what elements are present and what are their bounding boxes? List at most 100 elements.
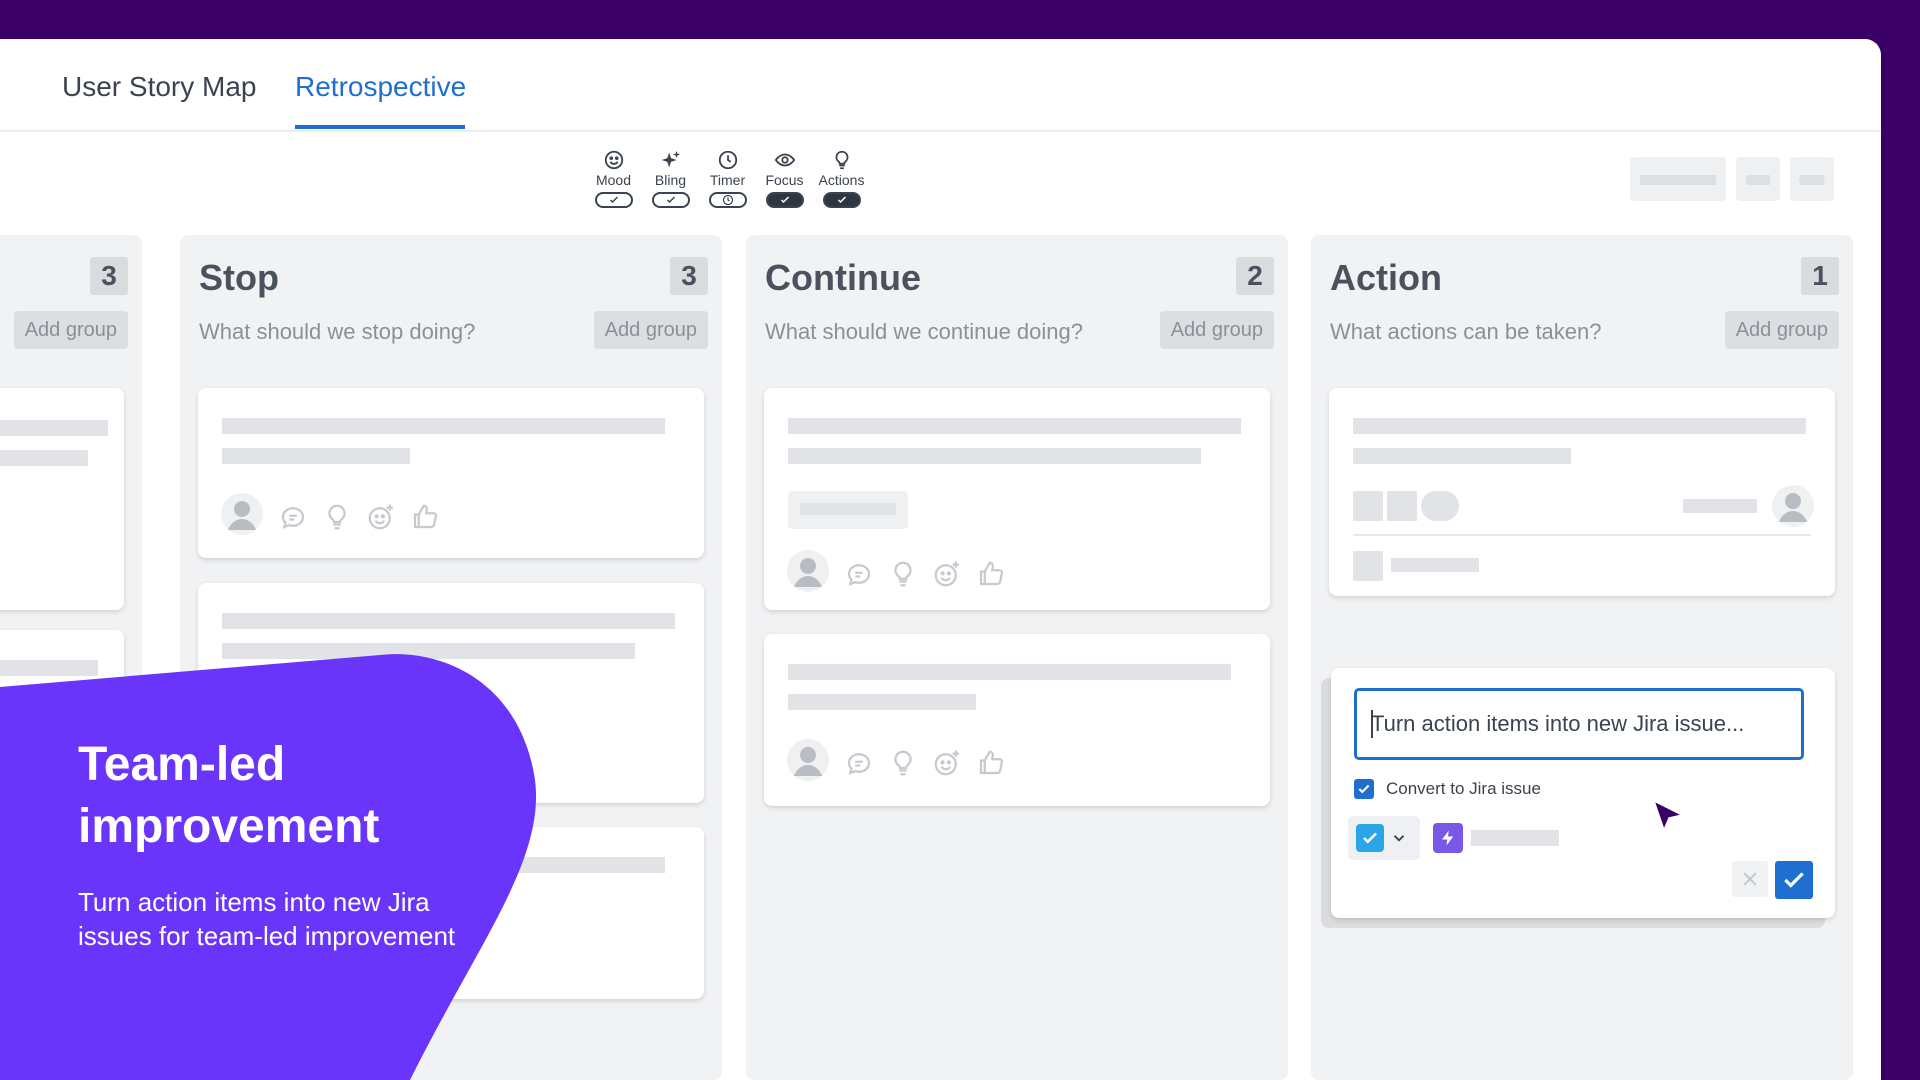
text-placeholder — [222, 613, 675, 629]
lightning-bolt-icon — [1433, 823, 1463, 853]
column-continue: Continue 2 What should we continue doing… — [746, 235, 1288, 1080]
active-tab-indicator — [295, 125, 465, 129]
tool-timer[interactable]: Timer — [704, 149, 751, 208]
bling-toggle[interactable] — [651, 192, 690, 208]
text-placeholder — [1353, 418, 1806, 434]
comment-icon[interactable] — [844, 748, 874, 778]
tool-label: Timer — [709, 172, 746, 188]
task-type-icon — [1356, 824, 1384, 852]
tab-retrospective[interactable]: Retrospective — [295, 71, 466, 103]
column-subtitle: What should we continue doing? — [765, 319, 1083, 344]
convert-label: Convert to Jira issue — [1386, 779, 1541, 798]
text-placeholder — [1353, 448, 1571, 464]
placeholder-button[interactable] — [1630, 157, 1726, 201]
column-count: 2 — [1236, 257, 1274, 295]
check-icon — [1784, 872, 1804, 888]
mood-toggle[interactable] — [594, 192, 633, 208]
check-icon — [780, 196, 789, 204]
comment-icon[interactable] — [844, 559, 874, 589]
tool-label: Actions — [818, 172, 865, 188]
placeholder-button[interactable] — [1736, 157, 1780, 201]
action-editor: Convert to Jira issue — [1331, 668, 1835, 918]
card-actions — [786, 549, 1006, 598]
text-placeholder — [788, 448, 1201, 464]
add-group-button[interactable]: Add group — [13, 311, 128, 349]
card-actions — [220, 492, 440, 541]
column-count: 3 — [90, 257, 128, 295]
icon-placeholder — [1387, 491, 1417, 521]
clock-icon — [718, 150, 737, 170]
retro-card[interactable] — [0, 388, 124, 610]
thumbs-up-icon[interactable] — [410, 502, 440, 532]
tool-actions[interactable]: Actions — [818, 149, 865, 208]
more-icon — [1799, 176, 1825, 182]
text-placeholder — [788, 694, 976, 710]
thumbs-up-icon[interactable] — [976, 559, 1006, 589]
lightbulb-icon[interactable] — [322, 502, 352, 532]
actions-toggle[interactable] — [822, 192, 861, 208]
tool-bling[interactable]: Bling — [647, 149, 694, 208]
check-icon — [837, 196, 846, 204]
icon-placeholder — [1421, 491, 1459, 521]
focus-toggle[interactable] — [765, 192, 804, 208]
add-emoji-icon[interactable] — [932, 559, 962, 589]
retro-card[interactable] — [764, 388, 1270, 610]
check-icon — [609, 196, 618, 204]
sparkle-icon — [661, 150, 680, 168]
confirm-button[interactable] — [1775, 861, 1813, 899]
user-avatar-icon — [221, 493, 263, 535]
more-options-button[interactable] — [1790, 157, 1834, 201]
action-input[interactable] — [1354, 688, 1804, 760]
text-placeholder — [788, 664, 1231, 680]
tag-placeholder — [788, 491, 908, 529]
tab-bar: User Story Map Retrospective — [0, 39, 1881, 132]
text-placeholder — [222, 448, 410, 464]
convert-checkbox[interactable] — [1354, 779, 1374, 799]
cancel-button[interactable] — [1732, 861, 1768, 897]
avatar — [786, 549, 830, 598]
comment-icon[interactable] — [278, 502, 308, 532]
avatar — [220, 492, 264, 541]
divider — [1353, 534, 1811, 536]
retro-card[interactable] — [198, 388, 704, 558]
tool-focus[interactable]: Focus — [761, 149, 808, 208]
check-icon — [666, 196, 675, 204]
clock-icon — [722, 194, 733, 206]
add-group-button[interactable]: Add group — [593, 311, 708, 349]
lightbulb-icon[interactable] — [888, 559, 918, 589]
text-placeholder — [0, 450, 88, 466]
column-title: Stop — [199, 257, 279, 298]
retro-card[interactable] — [764, 634, 1270, 806]
bolt-icon — [1442, 830, 1454, 846]
text-placeholder — [222, 418, 665, 434]
column-action: Action 1 What actions can be taken? Add … — [1311, 235, 1853, 1080]
lightbulb-icon[interactable] — [888, 748, 918, 778]
add-emoji-icon[interactable] — [366, 502, 396, 532]
add-group-button[interactable]: Add group — [1159, 311, 1274, 349]
retro-toolbar: Mood Bling Timer Focus Actions — [590, 149, 865, 208]
text-placeholder — [1391, 558, 1479, 572]
add-emoji-icon[interactable] — [932, 748, 962, 778]
user-avatar-icon — [787, 739, 829, 781]
convert-to-jira-option[interactable]: Convert to Jira issue — [1354, 779, 1541, 799]
lightbulb-icon — [835, 150, 848, 170]
issue-type-select[interactable] — [1348, 816, 1420, 860]
column-count: 3 — [670, 257, 708, 295]
tool-mood[interactable]: Mood — [590, 149, 637, 208]
column-count: 1 — [1801, 257, 1839, 295]
tab-user-story-map[interactable]: User Story Map — [62, 71, 257, 103]
tool-label: Bling — [654, 172, 687, 188]
action-card[interactable] — [1329, 388, 1835, 596]
timer-toggle[interactable] — [708, 192, 747, 208]
thumbs-up-icon[interactable] — [976, 748, 1006, 778]
card-actions — [786, 738, 1006, 787]
add-group-button[interactable]: Add group — [1724, 311, 1839, 349]
text-placeholder — [1683, 499, 1757, 513]
avatar — [786, 738, 830, 787]
text-placeholder — [788, 418, 1241, 434]
tool-label: Mood — [595, 172, 632, 188]
column-subtitle: What actions can be taken? — [1330, 319, 1602, 344]
top-right-controls — [1630, 157, 1834, 201]
text-caret — [1371, 710, 1373, 738]
close-icon — [1743, 872, 1757, 886]
